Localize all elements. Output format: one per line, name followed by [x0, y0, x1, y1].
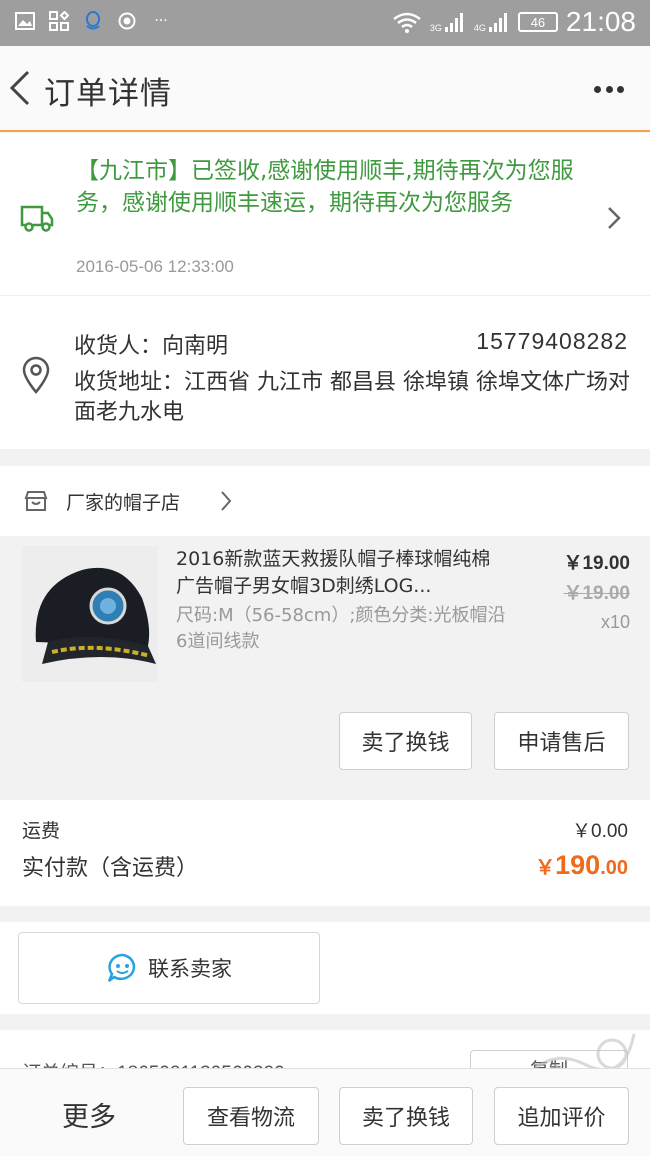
chevron-right-icon	[608, 207, 621, 229]
signal-icon	[444, 13, 463, 32]
network-type-label: 3G	[429, 23, 442, 33]
shop-name: 厂家的帽子店	[66, 492, 181, 514]
resell-button[interactable]: 卖了换钱	[339, 712, 472, 770]
product-item[interactable]: 2016新款蓝天救援队帽子棒球帽纯棉广告帽子男女帽3D刺绣LOG... 尺码:M…	[0, 536, 650, 784]
bottom-action-bar: 更多 查看物流 卖了换钱 追加评价	[0, 1068, 650, 1156]
more-menu-button[interactable]: 更多	[62, 1095, 116, 1134]
chat-bubble-icon	[107, 953, 136, 982]
dot-icon	[594, 86, 601, 93]
status-icons-left: ···	[14, 10, 172, 32]
image-icon	[14, 10, 36, 32]
product-sku: 尺码:M（56-58cm）;颜色分类:光板帽沿6道间线款	[176, 605, 506, 652]
view-logistics-button[interactable]: 查看物流	[183, 1087, 319, 1145]
clock: 21:08	[565, 6, 636, 37]
battery-indicator: 46	[517, 12, 558, 32]
add-review-button[interactable]: 追加评价	[494, 1087, 629, 1145]
shop-icon	[24, 491, 48, 511]
logistics-section[interactable]: 【九江市】已签收,感谢使用顺丰,期待再次为您服务，感谢使用顺丰速运，期待再次为您…	[0, 133, 650, 295]
more-options-button[interactable]	[594, 86, 624, 96]
freight-label: 运费	[22, 820, 61, 842]
network-type-label: 4G	[473, 23, 486, 33]
paid-amount-label: 实付款（含运费）	[22, 856, 199, 881]
product-quantity: x10	[600, 612, 630, 632]
signal-icon	[488, 13, 507, 32]
receiver-address: 收货地址：江西省 九江市 都昌县 徐埠镇 徐埠文体广场对面老九水电	[74, 370, 630, 425]
signal-4g: 4G	[474, 11, 510, 33]
receiver-phone: 15779408282	[476, 328, 628, 354]
chevron-right-icon	[221, 491, 232, 511]
signal-3g: 3G	[430, 11, 466, 33]
more-notifications-icon: ···	[154, 13, 168, 29]
apps-icon	[48, 10, 70, 32]
product-title: 2016新款蓝天救援队帽子棒球帽纯棉广告帽子男女帽3D刺绣LOG...	[176, 548, 491, 597]
contact-seller-button[interactable]: 联系卖家	[18, 932, 320, 1004]
truck-icon	[20, 205, 54, 232]
record-icon	[116, 10, 138, 32]
dot-icon	[617, 86, 624, 93]
page-title: 订单详情	[44, 76, 172, 112]
resell-button-bottom[interactable]: 卖了换钱	[339, 1087, 473, 1145]
paid-decimal: .00	[600, 857, 628, 879]
paid-integer: 190	[555, 850, 601, 880]
chevron-left-icon	[9, 70, 30, 106]
qq-icon	[82, 10, 104, 32]
after-sales-button[interactable]: 申请售后	[494, 712, 629, 770]
product-image[interactable]	[22, 546, 158, 682]
address-section: 收货人：向南明 15779408282 收货地址：江西省 九江市 都昌县 徐埠镇…	[0, 295, 650, 449]
product-price: ￥19.00	[563, 553, 630, 574]
status-bar: ··· 3G 4G 46 21:08	[0, 0, 650, 46]
paid-currency: ￥	[535, 857, 556, 879]
receiver-name: 收货人：向南明	[74, 334, 229, 359]
contact-seller-label: 联系卖家	[148, 957, 232, 981]
logistics-message: 【九江市】已签收,感谢使用顺丰,期待再次为您服务，感谢使用顺丰速运，期待再次为您…	[76, 158, 574, 216]
shop-row[interactable]: 厂家的帽子店	[0, 466, 650, 536]
freight-value: ￥0.00	[572, 821, 628, 842]
contact-section: 联系卖家	[0, 922, 650, 1014]
product-original-price: ￥19.00	[563, 583, 630, 604]
wifi-icon	[393, 12, 421, 33]
totals-section: 运费 ￥0.00 实付款（含运费） ￥190.00	[0, 800, 650, 906]
logistics-time: 2016-05-06 12:33:00	[76, 257, 234, 276]
dot-icon	[605, 86, 613, 93]
paid-amount: ￥190.00	[535, 850, 628, 881]
title-bar: 订单详情	[0, 46, 650, 132]
back-button[interactable]	[6, 68, 36, 108]
location-pin-icon	[22, 356, 50, 394]
status-icons-right: 3G 4G 46 21:08	[392, 6, 636, 38]
